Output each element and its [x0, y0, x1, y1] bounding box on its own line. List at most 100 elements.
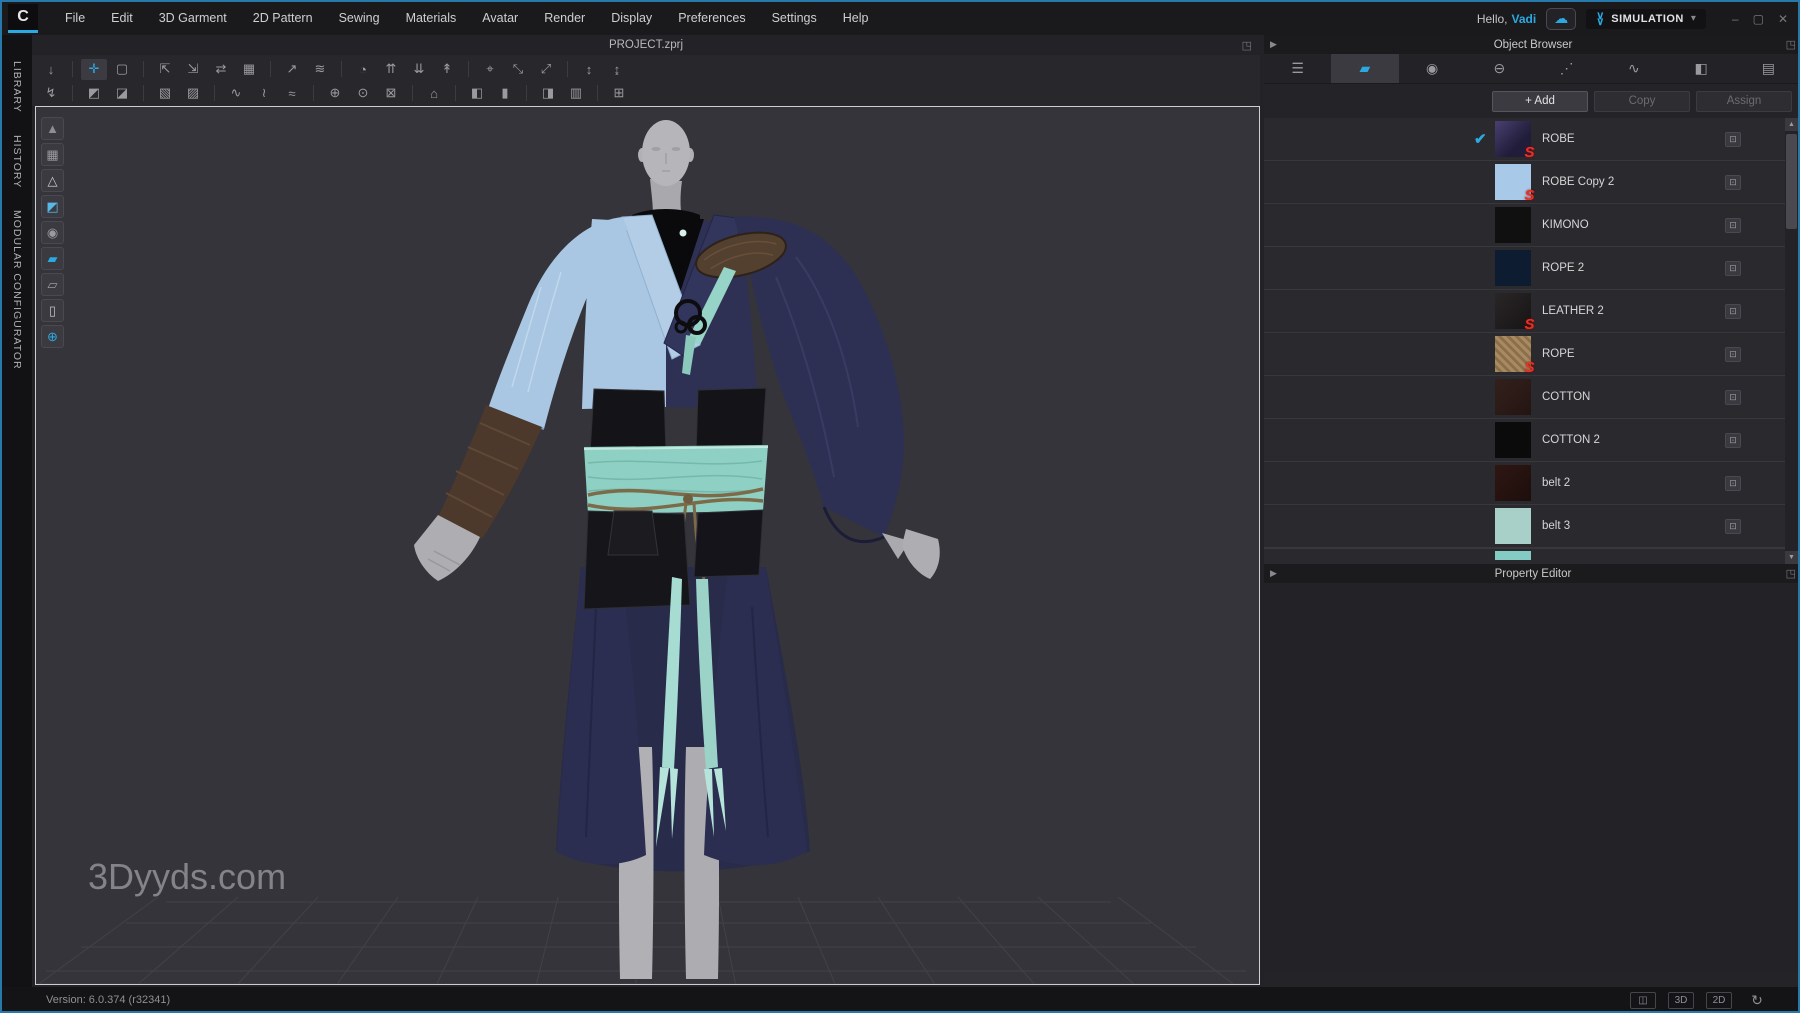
pin-tool-icon[interactable]: ↗	[279, 59, 305, 80]
fabric-swatch[interactable]: S	[1495, 465, 1531, 501]
save-icon[interactable]: ⊡	[1725, 390, 1741, 405]
puckering-tab[interactable]: ∿	[1600, 54, 1667, 83]
show-fabric-icon[interactable]: ▰	[41, 247, 64, 270]
save-icon[interactable]: ⊡	[1725, 433, 1741, 448]
detach-sewing-tool-icon[interactable]: ≈	[279, 83, 305, 104]
scroll-up-icon[interactable]: ▲	[1785, 118, 1798, 131]
clo-logo-icon[interactable]: C	[8, 4, 38, 33]
dock-tab-history[interactable]: HISTORY	[11, 135, 23, 188]
edit-pattern-tool-icon[interactable]: ▧	[152, 83, 178, 104]
show-mannequin-icon[interactable]: ▯	[41, 299, 64, 322]
fabric-list-item[interactable]: ✔ S ROBE ⊡	[1264, 118, 1800, 161]
fabric-list-item[interactable]: ✔ S ROBE Copy 2 ⊡	[1264, 161, 1800, 204]
popout-icon[interactable]: ◳	[1786, 567, 1796, 580]
tape-measure-tool-icon[interactable]: ⌖	[477, 59, 503, 80]
minimize-button[interactable]: –	[1732, 12, 1739, 26]
sewing-machine-tool-icon[interactable]: ▦	[236, 59, 262, 80]
fabric-list-item[interactable]: ✔ S belt 2 ⊡	[1264, 462, 1800, 505]
fabric-swatch[interactable]: S	[1495, 164, 1531, 200]
segment-sewing-tool-icon[interactable]: ∿	[223, 83, 249, 104]
button-tool-icon[interactable]: ⊕	[322, 83, 348, 104]
refresh-button[interactable]: ↻	[1744, 992, 1770, 1009]
menu-edit[interactable]: Edit	[98, 2, 146, 35]
collapse-arrow-icon[interactable]: ▶	[1270, 39, 1277, 50]
fabric-swatch[interactable]: S	[1495, 336, 1531, 372]
fabric-swatch[interactable]: S	[1495, 508, 1531, 544]
fabric-list-item[interactable]: ✔ S KIMONO ⊡	[1264, 204, 1800, 247]
buttonhole-tool-icon[interactable]: ⊙	[350, 83, 376, 104]
show-garment-white-icon[interactable]: △	[41, 169, 64, 192]
lift-garment-tool-icon[interactable]: ⇈	[378, 59, 404, 80]
menu-display[interactable]: Display	[598, 2, 665, 35]
fabric-list-item[interactable]: ✔ S COTTON 2 ⊡	[1264, 419, 1800, 462]
menu-materials[interactable]: Materials	[393, 2, 470, 35]
simulate-tool-icon[interactable]: ↓	[38, 59, 64, 80]
2d-view-button[interactable]: 2D	[1706, 992, 1732, 1009]
split-view-button[interactable]: ◫	[1630, 992, 1656, 1009]
walk-pose-tool-icon[interactable]: ↯	[38, 83, 64, 104]
topstitch-tab[interactable]: ⋰	[1533, 54, 1600, 83]
3d-viewport[interactable]: ▲▦△◩◉▰▱▯⊕	[35, 106, 1260, 985]
pin-lock-tool-icon[interactable]: ⊠	[378, 83, 404, 104]
select-garment-tool-icon[interactable]: ◩	[81, 83, 107, 104]
drop-garment-tool-icon[interactable]: ⇊	[406, 59, 432, 80]
username-link[interactable]: Vadi	[1512, 12, 1537, 26]
show-garment-avatar-icon[interactable]: ◩	[41, 195, 64, 218]
save-icon[interactable]: ⊡	[1725, 132, 1741, 147]
thick-texture-view-tool-icon[interactable]: ▮	[492, 83, 518, 104]
fabric-swatch[interactable]: S	[1495, 207, 1531, 243]
show-internal-lines-icon[interactable]: ▱	[41, 273, 64, 296]
save-icon[interactable]: ⊡	[1725, 261, 1741, 276]
collapse-arrow-icon[interactable]: ▶	[1270, 568, 1277, 579]
edit-curve-tool-icon[interactable]: ▨	[180, 83, 206, 104]
measure-length-tool-icon[interactable]: ⤡	[505, 59, 531, 80]
solid-view-tool-icon[interactable]: ◧	[464, 83, 490, 104]
list-scrollbar[interactable]: ▲▼	[1785, 118, 1798, 564]
show-garment-dark-icon[interactable]: ▲	[41, 117, 64, 140]
clo-cloud-icon[interactable]: ☁	[1546, 8, 1576, 30]
show-garment-texture-icon[interactable]: ▦	[41, 143, 64, 166]
simulation-mode-button[interactable]: ∨∨ SIMULATION ▾	[1586, 9, 1706, 29]
fabric-list-item-partial[interactable]	[1264, 548, 1800, 560]
save-icon[interactable]: ⊡	[1725, 347, 1741, 362]
assign-button[interactable]: Assign	[1696, 91, 1792, 112]
project-tab[interactable]: PROJECT.zprj	[609, 39, 683, 51]
fabric-list-item[interactable]: ✔ S LEATHER 2 ⊡	[1264, 290, 1800, 333]
wind-tool-icon[interactable]: ≋	[307, 59, 333, 80]
show-environment-icon[interactable]: ⊕	[41, 325, 64, 348]
fabric-list-item[interactable]: ✔ S ROPE ⊡	[1264, 333, 1800, 376]
menu-file[interactable]: File	[52, 2, 98, 35]
popout-icon[interactable]: ◳	[1786, 38, 1796, 51]
raise-avatar-tool-icon[interactable]: ↟	[434, 59, 460, 80]
restore-button[interactable]: ▢	[1753, 12, 1764, 26]
move-pattern-tool-icon[interactable]: ⇱	[152, 59, 178, 80]
menu-help[interactable]: Help	[830, 2, 882, 35]
3d-view-button[interactable]: 3D	[1668, 992, 1694, 1009]
align-center-tool-icon[interactable]: ⊞	[606, 83, 632, 104]
transform-pattern-tool-icon[interactable]: ⇲	[180, 59, 206, 80]
avatar-figure[interactable]	[414, 120, 940, 979]
pattern-view-tool-icon[interactable]: ◨	[535, 83, 561, 104]
menu-sewing[interactable]: Sewing	[326, 2, 393, 35]
measure-angle-tool-icon[interactable]: ⤢	[533, 59, 559, 80]
menu-preferences[interactable]: Preferences	[665, 2, 758, 35]
fit-garment-tool-icon[interactable]: ↕	[576, 59, 602, 80]
fold-arrangement-tool-icon[interactable]: ◔	[350, 59, 376, 80]
chevron-down-icon[interactable]: ▾	[1691, 13, 1696, 24]
fabric-list-item[interactable]: ✔ S belt 3 ⊡	[1264, 505, 1800, 548]
fabric-swatch[interactable]: S	[1495, 121, 1531, 157]
copy-button[interactable]: Copy	[1594, 91, 1690, 112]
fit-avatar-tool-icon[interactable]: ↨	[604, 59, 630, 80]
button-tab[interactable]: ◉	[1399, 54, 1466, 83]
edit-garment-tool-icon[interactable]: ◪	[109, 83, 135, 104]
save-icon[interactable]: ⊡	[1725, 175, 1741, 190]
fabric-list-item[interactable]: ✔ S COTTON ⊡	[1264, 376, 1800, 419]
save-icon[interactable]: ⊡	[1725, 304, 1741, 319]
avatar-tape-tool-icon[interactable]: ⌂	[421, 83, 447, 104]
fabric-swatch[interactable]: S	[1495, 422, 1531, 458]
buttonhole-tab[interactable]: ⊖	[1466, 54, 1533, 83]
fabric-swatch[interactable]: S	[1495, 379, 1531, 415]
menu-3d-garment[interactable]: 3D Garment	[146, 2, 240, 35]
save-icon[interactable]: ⊡	[1725, 476, 1741, 491]
save-icon[interactable]: ⊡	[1725, 218, 1741, 233]
